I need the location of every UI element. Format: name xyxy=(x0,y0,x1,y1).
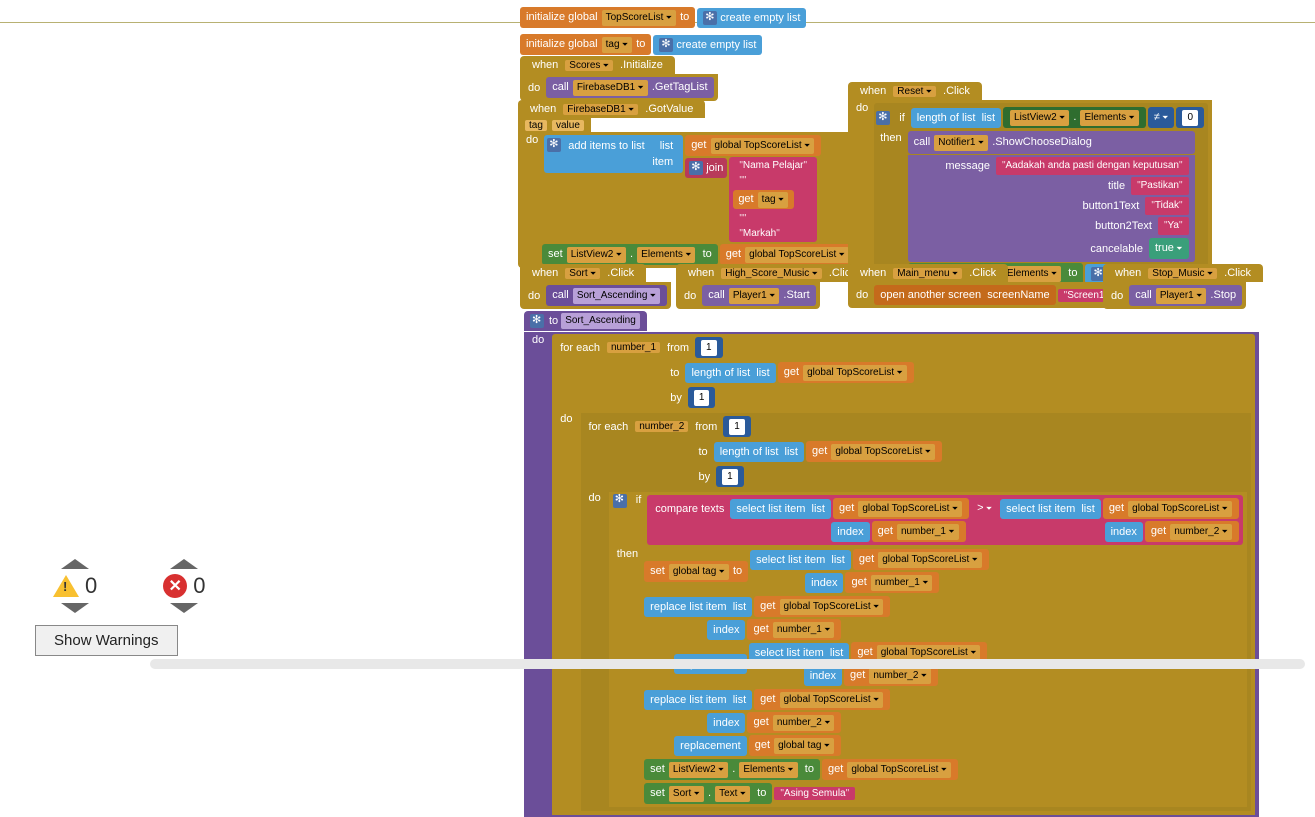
when-stopmusic-click[interactable]: whenStop_Music.Click do call Player1 .St… xyxy=(1103,264,1263,309)
when-mainmenu-click[interactable]: whenMain_menu.Click do open another scre… xyxy=(848,264,1118,308)
init-tag-block[interactable]: initialize global tag to create empty li… xyxy=(520,33,762,56)
gear-icon[interactable] xyxy=(876,111,890,125)
var-name[interactable]: tag xyxy=(602,37,633,53)
gear-icon[interactable] xyxy=(659,38,673,52)
when-music-click[interactable]: whenHigh_Score_Music.Click do call Playe… xyxy=(676,264,868,309)
arrow-up-icon[interactable] xyxy=(61,559,89,569)
init-topscorelist-block[interactable]: initialize global TopScoreList to create… xyxy=(520,6,806,29)
gear-icon[interactable] xyxy=(530,314,544,328)
gear-icon[interactable] xyxy=(703,11,717,25)
arrow-up-icon[interactable] xyxy=(170,559,198,569)
when-scores-initialize[interactable]: when Scores .Initialize do call Firebase… xyxy=(520,56,718,101)
arrow-down-icon[interactable] xyxy=(61,603,89,613)
gear-icon[interactable] xyxy=(689,161,703,175)
gear-icon[interactable] xyxy=(547,138,561,152)
error-icon: ✕ xyxy=(163,574,187,598)
arrow-down-icon[interactable] xyxy=(170,603,198,613)
horizontal-scrollbar[interactable] xyxy=(150,659,1305,669)
warning-icon xyxy=(53,575,79,597)
gear-icon[interactable] xyxy=(613,494,627,508)
when-sort-click[interactable]: whenSort.Click do call Sort_Ascending xyxy=(520,264,671,309)
proc-sort-ascending[interactable]: to Sort_Ascending do for each number_1 f… xyxy=(524,310,1259,817)
show-warnings-button[interactable]: Show Warnings xyxy=(35,625,178,656)
warnings-panel: 0 ✕0 Show Warnings xyxy=(35,555,224,656)
when-reset-click[interactable]: when Reset .Click do if length of list l… xyxy=(848,82,1212,291)
when-gotvalue[interactable]: when FirebaseDB1 .GotValue tag value do … xyxy=(518,100,860,268)
var-name[interactable]: TopScoreList xyxy=(602,10,676,26)
